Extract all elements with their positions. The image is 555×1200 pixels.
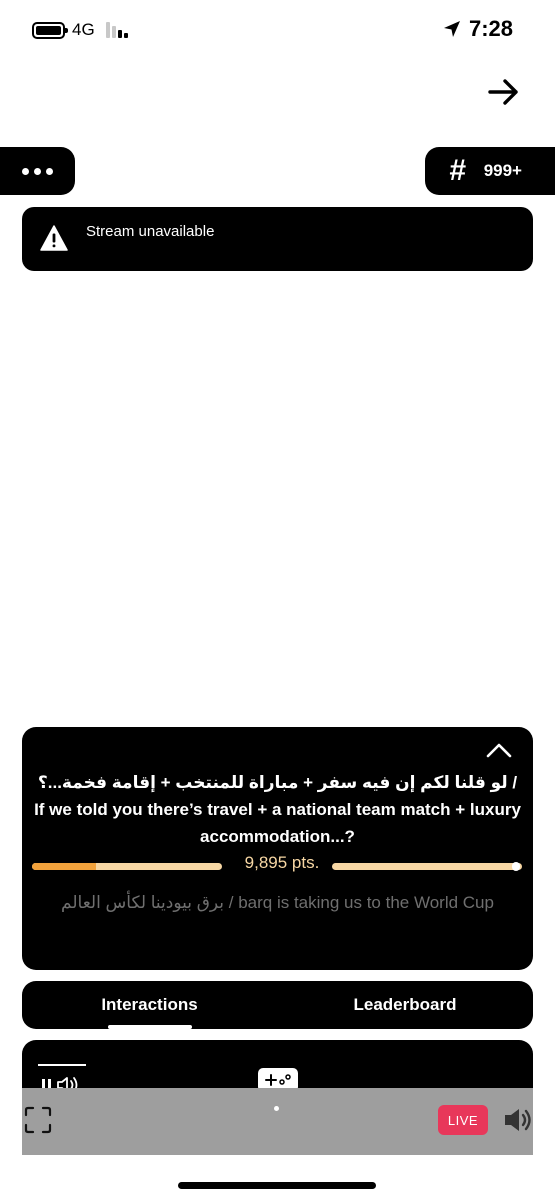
chevron-up-icon[interactable] — [485, 741, 513, 759]
points-progress: 9,895 pts. — [32, 853, 523, 873]
status-bar: 4G 7:28 — [0, 0, 555, 60]
battery-icon — [32, 22, 68, 39]
alert-text: Stream unavailable — [86, 223, 215, 240]
speaker-icon[interactable] — [502, 1106, 532, 1134]
network-label: 4G — [72, 20, 95, 39]
points-label: 9,895 pts. — [232, 853, 332, 873]
stream-alert: Stream unavailable — [22, 207, 533, 271]
location-arrow-icon — [443, 21, 460, 37]
live-badge: LIVE — [438, 1105, 488, 1135]
status-right: 7:28 — [443, 16, 513, 42]
question-card: لو قلنا لكم إن فيه سفر + مباراة للمنتخب … — [22, 727, 533, 970]
warning-triangle-icon — [40, 225, 68, 251]
tab-interactions[interactable]: Interactions — [22, 981, 277, 1029]
tab-leaderboard[interactable]: Leaderboard — [277, 981, 533, 1029]
active-tab-indicator — [108, 1025, 192, 1029]
more-dots-icon — [22, 167, 29, 175]
progress-knob — [512, 862, 520, 871]
interactions-panel: LIVE — [22, 1040, 533, 1155]
home-indicator — [178, 1182, 376, 1189]
fullscreen-icon[interactable] — [24, 1106, 52, 1134]
more-menu-button[interactable] — [0, 147, 75, 195]
hash-icon: # — [449, 154, 466, 187]
count-label: 999+ — [483, 161, 522, 180]
progress-track-right — [332, 863, 522, 870]
progress-fill — [32, 863, 96, 870]
hashtag-count-button[interactable]: # 999+ — [425, 147, 555, 195]
page-indicator-dot — [274, 1106, 279, 1111]
question-text: لو قلنا لكم إن فيه سفر + مباراة للمنتخب … — [34, 773, 521, 846]
prize-text: برق بيودينا لكأس العالم / barq is taking… — [61, 893, 494, 912]
clock: 7:28 — [468, 16, 513, 41]
player-controls: LIVE — [22, 1088, 533, 1155]
arrow-right-icon[interactable] — [487, 76, 521, 108]
tab-bar: Interactions Leaderboard — [22, 981, 533, 1029]
signal-bars-icon — [106, 22, 130, 38]
